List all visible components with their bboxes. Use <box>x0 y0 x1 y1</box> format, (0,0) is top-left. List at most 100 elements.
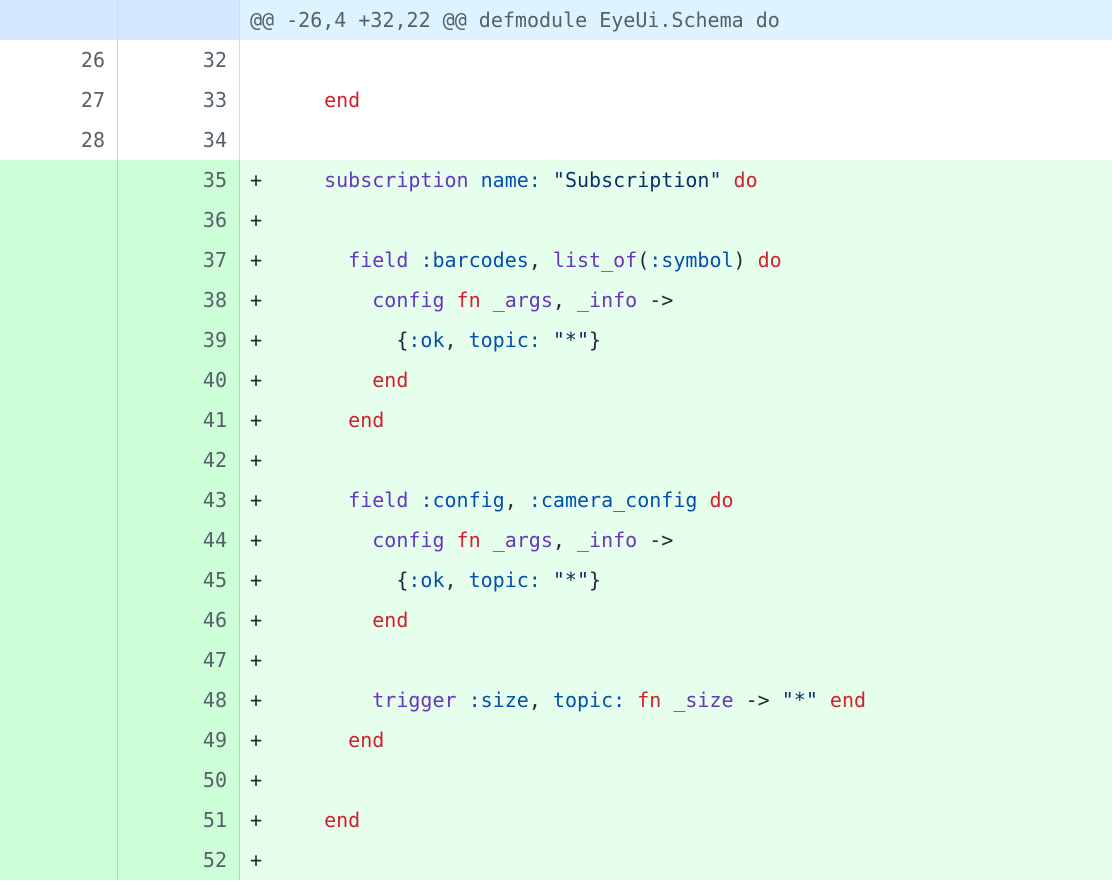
diff-marker: + <box>240 720 282 760</box>
old-line-number[interactable] <box>0 560 118 600</box>
code-token: "*" <box>552 328 590 352</box>
new-line-number[interactable]: 33 <box>118 80 240 120</box>
code-token: , <box>528 248 553 272</box>
context-line[interactable]: 28 34 <box>0 120 1112 160</box>
added-line[interactable]: 46 + end <box>0 600 1112 640</box>
code-token: field <box>348 248 409 272</box>
diff-marker: + <box>240 800 282 840</box>
code-token: do <box>709 488 734 512</box>
code-token: end <box>372 608 409 632</box>
old-line-number[interactable] <box>0 840 118 880</box>
old-line-number[interactable] <box>0 600 118 640</box>
old-line-number[interactable] <box>0 440 118 480</box>
added-line[interactable]: 51 + end <box>0 800 1112 840</box>
new-line-number[interactable]: 46 <box>118 600 240 640</box>
old-line-number[interactable] <box>0 160 118 200</box>
code-token: end <box>829 688 867 712</box>
new-line-number[interactable]: 35 <box>118 160 240 200</box>
added-line[interactable]: 42 + <box>0 440 1112 480</box>
new-line-number[interactable]: 38 <box>118 280 240 320</box>
old-line-number[interactable] <box>0 760 118 800</box>
code-text: end <box>282 800 1112 840</box>
new-line-number[interactable]: 32 <box>118 40 240 80</box>
new-line-number[interactable]: 47 <box>118 640 240 680</box>
old-line-number[interactable] <box>0 240 118 280</box>
new-line-number[interactable]: 43 <box>118 480 240 520</box>
code-text: config fn _args, _info -> <box>282 520 1112 560</box>
added-line[interactable]: 48 + trigger :size, topic: fn _size -> "*… <box>0 680 1112 720</box>
added-line[interactable]: 35 + subscription name: "Subscription" do <box>0 160 1112 200</box>
added-line[interactable]: 38 + config fn _args, _info -> <box>0 280 1112 320</box>
old-line-number[interactable]: 26 <box>0 40 118 80</box>
new-line-number[interactable]: 39 <box>118 320 240 360</box>
diff-marker: + <box>240 760 282 800</box>
new-line-number[interactable]: 52 <box>118 840 240 880</box>
new-line-number[interactable]: 44 <box>118 520 240 560</box>
context-line[interactable]: 26 32 <box>0 40 1112 80</box>
context-line[interactable]: 27 33 end <box>0 80 1112 120</box>
new-line-number[interactable]: 41 <box>118 400 240 440</box>
added-line[interactable]: 47 + <box>0 640 1112 680</box>
old-line-number[interactable]: 28 <box>0 120 118 160</box>
old-line-number[interactable] <box>0 280 118 320</box>
code-token: _size <box>673 688 734 712</box>
old-line-number-gutter <box>0 0 118 40</box>
old-line-number[interactable] <box>0 400 118 440</box>
added-line[interactable]: 43 + field :config, :camera_config do <box>0 480 1112 520</box>
new-line-number[interactable]: 34 <box>118 120 240 160</box>
old-line-number[interactable] <box>0 320 118 360</box>
code-text: {:ok, topic: "*"} <box>282 320 1112 360</box>
code-token: do <box>757 248 782 272</box>
old-line-number[interactable] <box>0 200 118 240</box>
new-line-number[interactable]: 36 <box>118 200 240 240</box>
new-line-number[interactable]: 48 <box>118 680 240 720</box>
added-line[interactable]: 40 + end <box>0 360 1112 400</box>
code-text: end <box>282 360 1112 400</box>
code-text: end <box>282 600 1112 640</box>
added-line[interactable]: 52 + <box>0 840 1112 880</box>
code-text: field :config, :camera_config do <box>282 480 1112 520</box>
new-line-number[interactable]: 49 <box>118 720 240 760</box>
old-line-number[interactable] <box>0 640 118 680</box>
code-token: { <box>300 568 409 592</box>
added-line[interactable]: 50 + <box>0 760 1112 800</box>
old-line-number[interactable] <box>0 680 118 720</box>
code-text: end <box>282 80 1112 120</box>
new-line-number[interactable]: 37 <box>118 240 240 280</box>
added-line[interactable]: 44 + config fn _args, _info -> <box>0 520 1112 560</box>
old-line-number[interactable] <box>0 360 118 400</box>
code-token: end <box>324 808 361 832</box>
new-line-number[interactable]: 45 <box>118 560 240 600</box>
added-line[interactable]: 45 + {:ok, topic: "*"} <box>0 560 1112 600</box>
added-line[interactable]: 49 + end <box>0 720 1112 760</box>
new-line-number[interactable]: 50 <box>118 760 240 800</box>
new-line-number[interactable]: 40 <box>118 360 240 400</box>
old-line-number[interactable] <box>0 480 118 520</box>
old-line-number[interactable] <box>0 520 118 560</box>
old-line-number[interactable] <box>0 720 118 760</box>
added-line[interactable]: 37 + field :barcodes, list_of(:symbol) do <box>0 240 1112 280</box>
code-token: name: <box>480 168 541 192</box>
hunk-header-row[interactable]: @@ -26,4 +32,22 @@ defmodule EyeUi.Schem… <box>0 0 1112 40</box>
code-text: field :barcodes, list_of(:symbol) do <box>282 240 1112 280</box>
new-line-number[interactable]: 42 <box>118 440 240 480</box>
diff-view: @@ -26,4 +32,22 @@ defmodule EyeUi.Schem… <box>0 0 1112 880</box>
old-line-number[interactable] <box>0 800 118 840</box>
new-line-number[interactable]: 51 <box>118 800 240 840</box>
old-line-number[interactable]: 27 <box>0 80 118 120</box>
added-line[interactable]: 36 + <box>0 200 1112 240</box>
code-text <box>282 760 1112 800</box>
code-token: do <box>733 168 758 192</box>
added-line[interactable]: 39 + {:ok, topic: "*"} <box>0 320 1112 360</box>
added-line[interactable]: 41 + end <box>0 400 1112 440</box>
